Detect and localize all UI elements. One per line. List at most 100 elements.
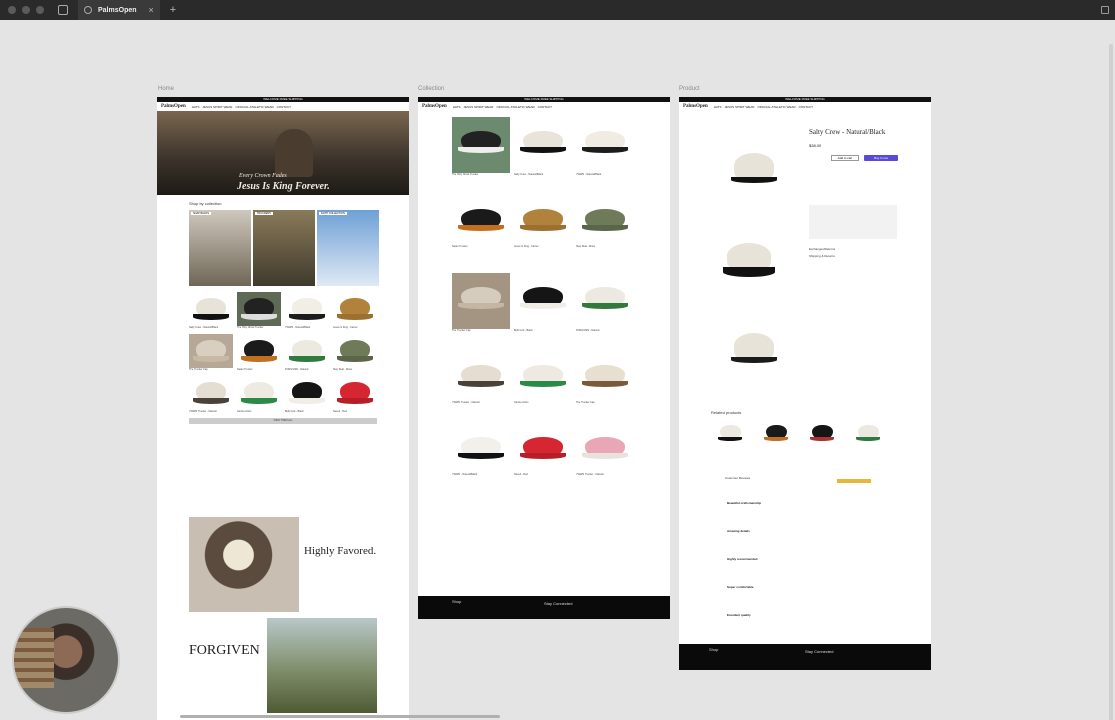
related-products-title: Related products <box>711 410 742 415</box>
related-product[interactable] <box>853 423 883 447</box>
product-card[interactable]: Jesus Is King - Camel <box>514 201 572 249</box>
browser-tab[interactable]: PalmsOpen × <box>78 0 160 20</box>
footer-stay-connected: Stay Connected <box>805 649 834 654</box>
product-card[interactable]: YWWN - Natural/Black <box>285 292 329 330</box>
nav-item[interactable]: CONTACT <box>538 105 552 109</box>
review-title: Super comfortable <box>727 585 754 589</box>
home-icon[interactable] <box>58 5 68 15</box>
nav-item[interactable]: JESUS SPIRIT WEAR <box>464 105 494 109</box>
related-products-grid <box>715 423 929 447</box>
product-card[interactable]: Gloria a Dios <box>237 376 281 414</box>
product-card[interactable]: Salty Crew - Natural/Black <box>189 292 233 330</box>
site-nav: PalmsOpen HATS JESUS SPIRIT WEAR OFFICIA… <box>157 102 409 111</box>
collection-footer: Shop Stay Connected <box>418 596 670 619</box>
product-card[interactable]: Stay Real - Moss <box>333 334 377 372</box>
horizontal-scrollbar[interactable] <box>180 715 500 718</box>
product-card[interactable]: The Trucker Cap <box>452 273 510 333</box>
home-frame[interactable]: WELCOME FREE SHIPPING PalmsOpen HATS JES… <box>157 97 409 720</box>
product-card[interactable]: YWWN Trucker - Natural <box>452 357 510 405</box>
webcam-overlay <box>12 606 120 714</box>
nav-item[interactable]: HATS <box>714 105 722 109</box>
home-product-grid: Salty Crew - Natural/Black The Holy Ghos… <box>189 292 409 414</box>
browser-titlebar: PalmsOpen × + <box>0 0 1115 20</box>
exchanges-accordion[interactable]: Exchanges/Returns <box>809 247 835 251</box>
zoom-window-button[interactable] <box>36 6 44 14</box>
close-window-button[interactable] <box>8 6 16 14</box>
nav-item[interactable]: JESUS SPIRIT WEAR <box>725 105 755 109</box>
product-card[interactable]: Saved - Red <box>333 376 377 414</box>
product-card[interactable]: Stay Real - Moss <box>576 201 634 249</box>
site-logo[interactable]: PalmsOpen <box>683 104 708 109</box>
site-logo[interactable]: PalmsOpen <box>422 104 447 109</box>
add-to-cart-button[interactable]: Add to cart <box>831 155 859 161</box>
design-canvas[interactable]: Home Collection Product WELCOME FREE SHI… <box>0 20 1115 720</box>
product-card[interactable]: YWWN Trucker - Natural <box>189 376 233 414</box>
footer-stay-connected: Stay Connected <box>544 601 573 606</box>
new-tab-button[interactable]: + <box>170 4 176 16</box>
shipping-accordion[interactable]: Shipping & Returns <box>809 254 835 258</box>
product-card[interactable]: The Holy Ghost Trucker <box>237 292 281 330</box>
nav-item[interactable]: OFFICIAL ATHLETIC WEAR <box>235 105 273 109</box>
product-card[interactable]: Built God - Black <box>285 376 329 414</box>
product-card[interactable]: Satan Trucker <box>237 334 281 372</box>
product-card[interactable]: FORGIVEN - Natural <box>576 273 634 333</box>
product-footer: Shop Stay Connected <box>679 644 931 670</box>
product-image-front <box>725 145 783 195</box>
frame-label-collection: Collection <box>418 86 445 92</box>
tab-favicon-icon <box>84 6 92 14</box>
product-image-side <box>717 235 781 289</box>
frame-label-product: Product <box>679 86 700 92</box>
footer-shop-heading: Shop <box>709 647 719 652</box>
product-card[interactable]: FORGIVEN - Natural <box>285 334 329 372</box>
tab-title: PalmsOpen <box>98 6 137 14</box>
related-product[interactable] <box>715 423 745 447</box>
minimize-window-button[interactable] <box>22 6 30 14</box>
product-card[interactable]: Salty Crew - Natural/Black <box>514 117 572 177</box>
review-title: Highly recommended <box>727 557 758 561</box>
nav-item[interactable]: JESUS SPIRIT WEAR <box>203 105 233 109</box>
product-frame[interactable]: WELCOME FREE SHIPPING PalmsOpen HATS JES… <box>679 97 931 670</box>
collection-tile[interactable]: FAITH COLLECTION <box>317 210 379 286</box>
product-card[interactable]: Gloria a Dios <box>514 357 572 405</box>
product-card[interactable]: YWWN - Natural/Black <box>452 429 510 477</box>
highly-favored-photo <box>189 517 299 612</box>
hero-line-1: Every Crown Fades <box>239 173 287 179</box>
section-title: Shop by collection <box>189 201 222 206</box>
nav-item[interactable]: CONTACT <box>799 105 813 109</box>
nav-item[interactable]: OFFICIAL ATHLETIC WEAR <box>757 105 795 109</box>
collection-product-grid: The Holy Ghost Trucker Salty Crew - Natu… <box>452 117 670 477</box>
product-card[interactable]: The Trucker Cap <box>189 334 233 372</box>
product-card[interactable]: YWWN Trucker - Natural <box>576 429 634 477</box>
footer-shop-heading: Shop <box>452 599 462 604</box>
view-all-button[interactable]: VIEW THEM ALL <box>189 418 377 424</box>
product-image-back <box>725 325 783 375</box>
write-review-button[interactable] <box>837 479 871 483</box>
buy-now-button[interactable]: Buy it now <box>864 155 898 161</box>
nav-item[interactable]: HATS <box>453 105 461 109</box>
product-card[interactable]: Satan Trucker <box>452 201 510 249</box>
collection-tile[interactable]: SNAP BACKS <box>189 210 251 286</box>
collection-tile[interactable]: TRUCKERS <box>253 210 315 286</box>
bookshelf-image <box>14 628 54 688</box>
product-card[interactable]: Jesus Is King - Camel <box>333 292 377 330</box>
product-feature-boxes <box>809 205 897 239</box>
nav-item[interactable]: CONTACT <box>277 105 291 109</box>
site-nav: PalmsOpen HATS JESUS SPIRIT WEAR OFFICIA… <box>679 102 931 111</box>
related-product[interactable] <box>807 423 837 447</box>
product-card[interactable]: The Holy Ghost Trucker <box>452 117 510 177</box>
product-card[interactable]: The Trucker Cap <box>576 357 634 405</box>
site-logo[interactable]: PalmsOpen <box>161 104 186 109</box>
product-title: Salty Crew - Natural/Black <box>809 128 886 136</box>
nav-item[interactable]: OFFICIAL ATHLETIC WEAR <box>496 105 534 109</box>
site-nav: PalmsOpen HATS JESUS SPIRIT WEAR OFFICIA… <box>418 102 670 111</box>
vertical-scrollbar[interactable] <box>1109 44 1113 720</box>
tab-close-icon[interactable]: × <box>149 5 154 15</box>
product-card[interactable]: YWWN - Natural/Black <box>576 117 634 177</box>
sidebar-toggle-icon[interactable] <box>1101 6 1109 14</box>
related-product[interactable] <box>761 423 791 447</box>
product-card[interactable]: Built God - Black <box>514 273 572 333</box>
nav-item[interactable]: HATS <box>192 105 200 109</box>
collection-frame[interactable]: WELCOME FREE SHIPPING PalmsOpen HATS JES… <box>418 97 670 619</box>
product-card[interactable]: Saved - Red <box>514 429 572 477</box>
reviews-title: Customer Reviews <box>725 476 751 480</box>
